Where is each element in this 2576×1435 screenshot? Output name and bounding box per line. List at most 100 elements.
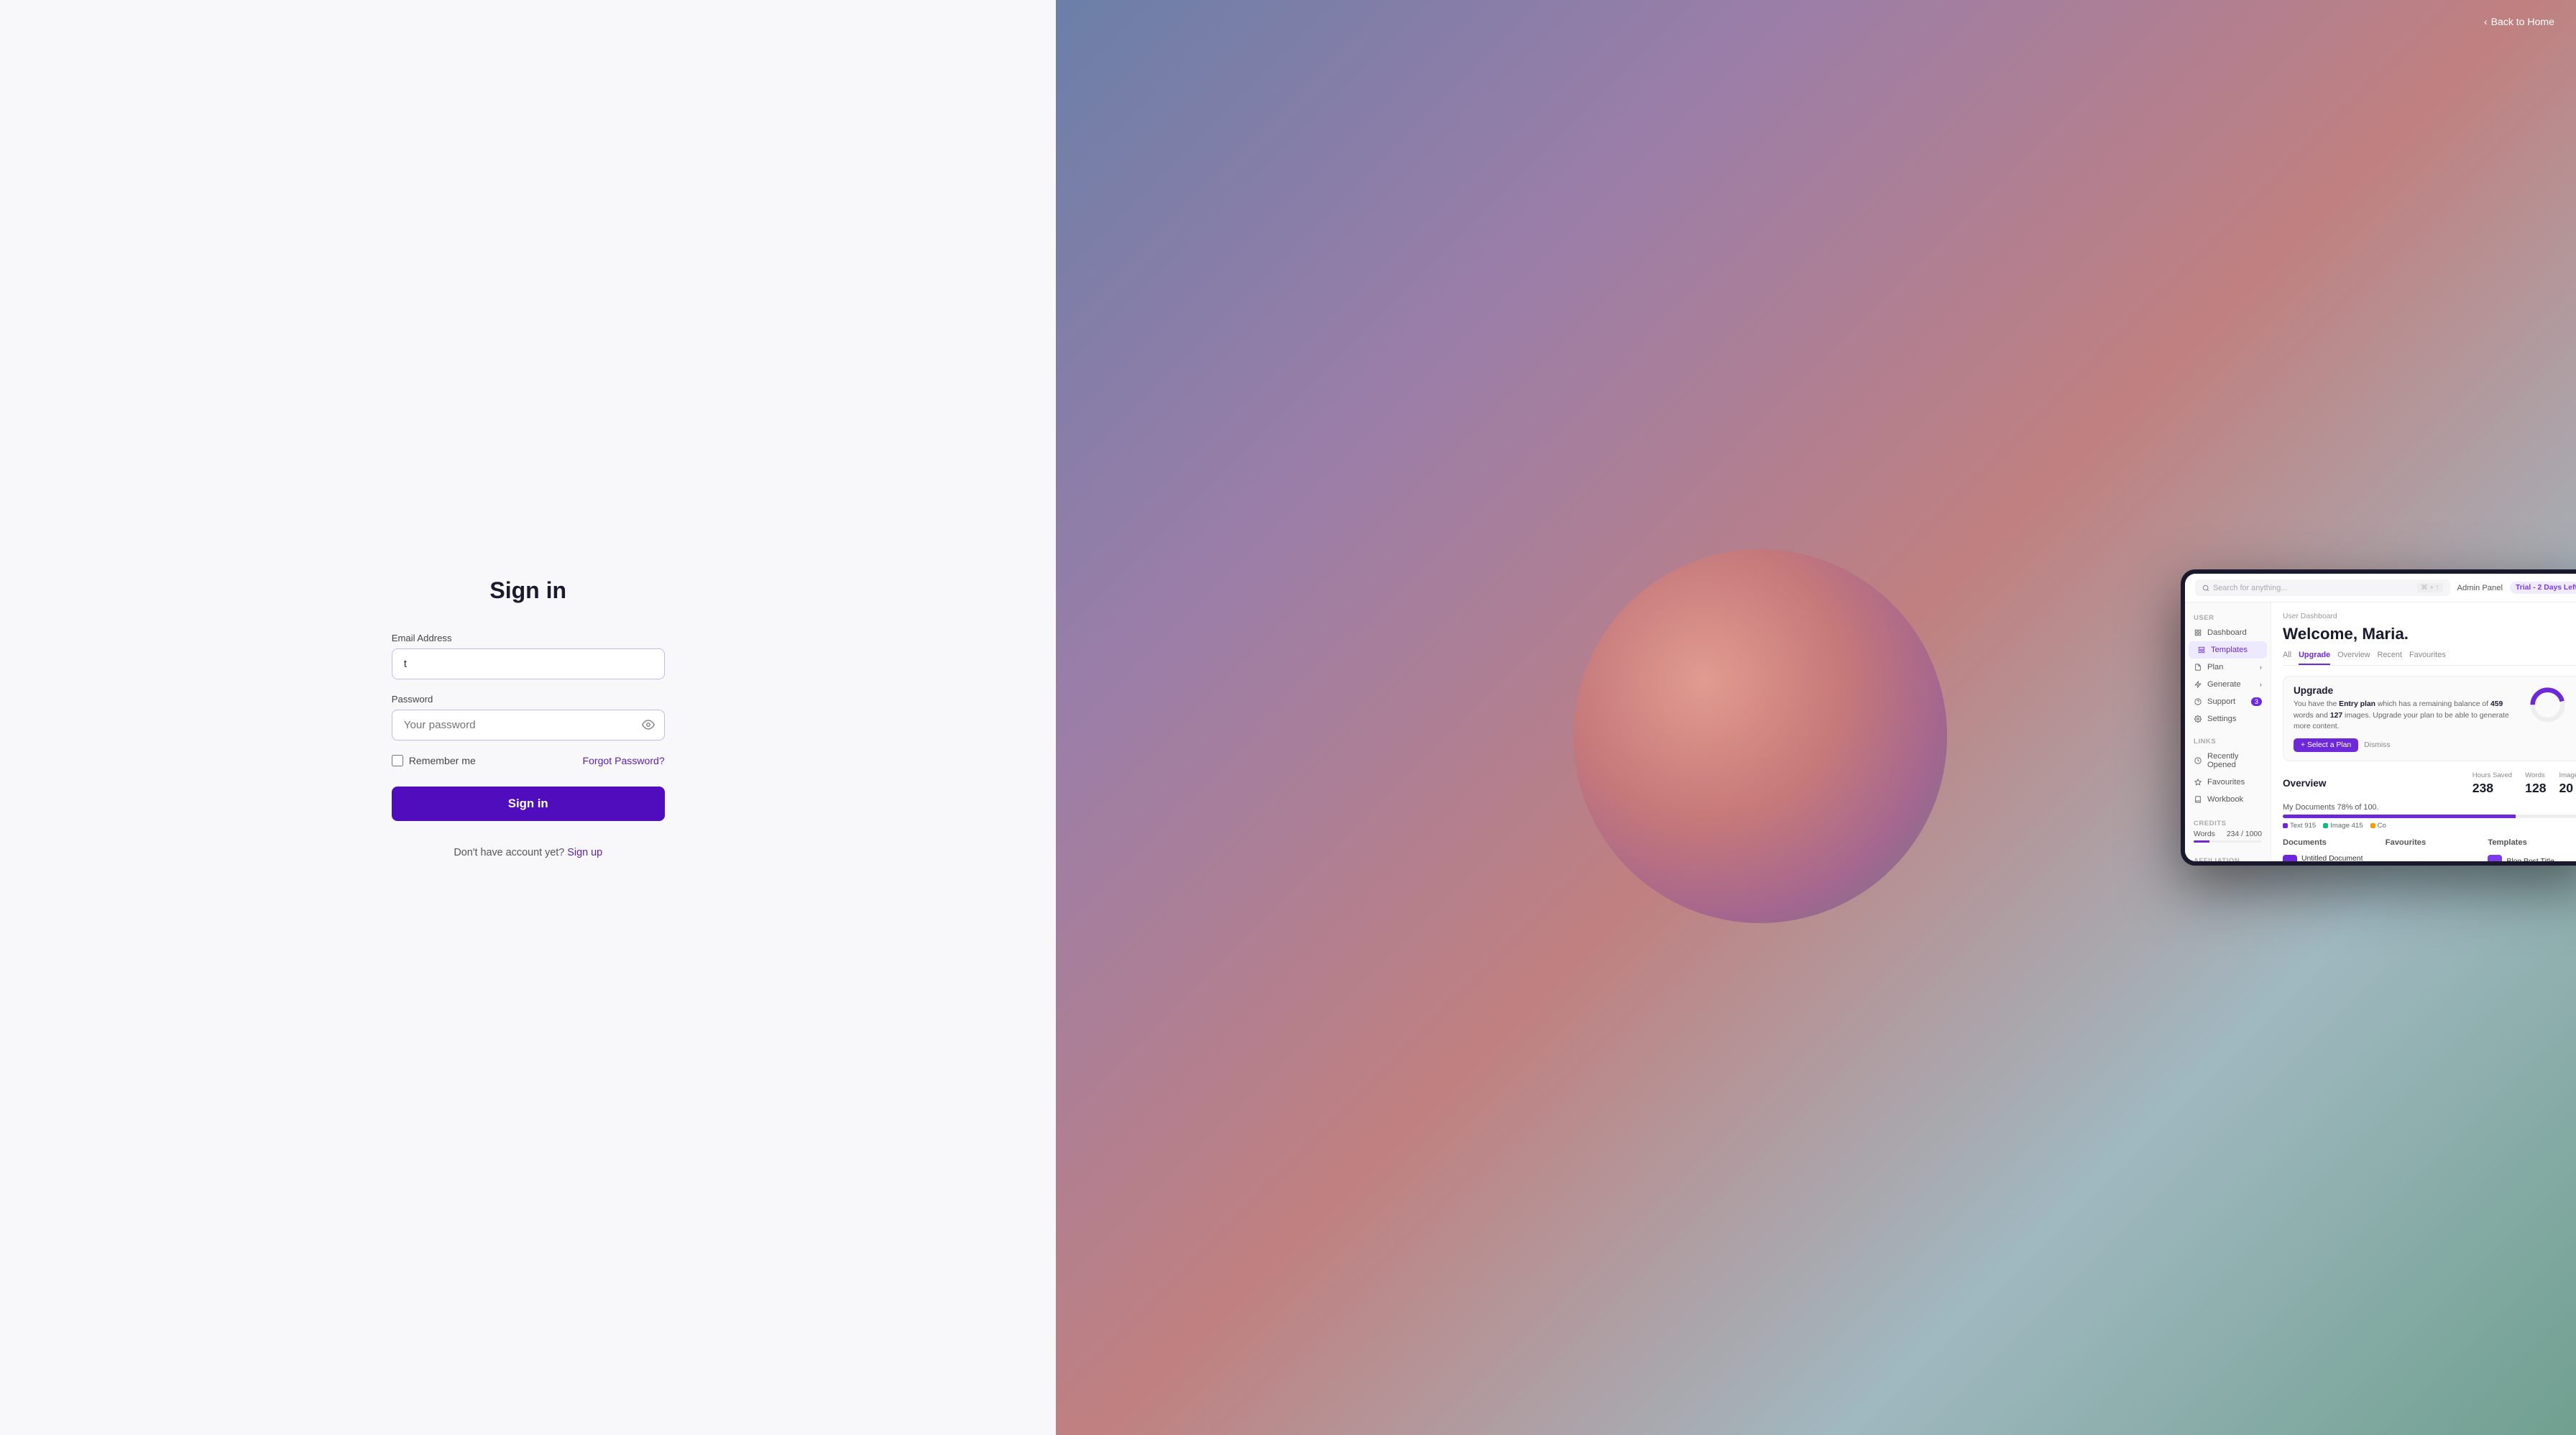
sidebar-item-generate[interactable]: Generate › — [2185, 676, 2271, 693]
upgrade-title: Upgrade — [2294, 685, 2521, 696]
sidebar-item-settings[interactable]: Settings — [2185, 710, 2271, 728]
doc-icon-1 — [2283, 855, 2297, 861]
tab-recent[interactable]: Recent — [2378, 651, 2402, 665]
doc-item-1[interactable]: Untitled Document in Workbook — [2283, 851, 2377, 861]
search-icon — [2202, 584, 2209, 592]
doc-item-2[interactable]: Blog Post Title — [2488, 851, 2576, 861]
documents-col: Documents Untitled Document in Workbook — [2283, 838, 2377, 861]
legend-image: Image 415 — [2323, 822, 2363, 830]
app-sidebar: USER Dashboard Templates — [2185, 602, 2271, 861]
plan-icon — [2194, 663, 2202, 671]
sidebar-label-recently-opened: Recently Opened — [2207, 752, 2262, 769]
remember-label: Remember me — [409, 755, 476, 766]
sidebar-label-workbook: Workbook — [2207, 795, 2243, 804]
upgrade-banner: Upgrade You have the Entry plan which ha… — [2283, 676, 2576, 761]
donut-chart-svg — [2528, 685, 2567, 725]
tab-favourites[interactable]: Favourites — [2409, 651, 2446, 665]
affiliation-label: AFFILIATION — [2194, 857, 2262, 861]
app-main: User Dashboard Welcome, Maria. All Upgra… — [2271, 602, 2576, 861]
back-to-home-link[interactable]: ‹ Back to Home — [2484, 16, 2554, 27]
bottom-section: Documents Untitled Document in Workbook … — [2283, 838, 2576, 861]
doc-progress-bar — [2283, 815, 2576, 818]
password-label: Password — [392, 694, 665, 705]
sidebar-label-favourites: Favourites — [2207, 778, 2245, 787]
settings-icon — [2194, 715, 2202, 723]
signup-text: Don't have account yet? Sign up — [392, 847, 665, 858]
tab-all[interactable]: All — [2283, 651, 2291, 665]
support-badge: 3 — [2251, 697, 2262, 706]
legend-text: Text 915 — [2283, 822, 2316, 830]
sidebar-item-support[interactable]: Support 3 — [2185, 693, 2271, 710]
book-icon — [2194, 795, 2202, 804]
credits-bar — [2194, 840, 2262, 843]
app-search[interactable]: Search for anything... ⌘ + ↑ — [2195, 579, 2450, 596]
upgrade-chart — [2528, 685, 2571, 725]
templates-col: Templates Blog Post Title — [2488, 838, 2576, 861]
doc-progress-label: My Documents 78% of 100. — [2283, 803, 2576, 812]
template-icon — [2197, 646, 2206, 654]
overview-section: Overview Hours Saved 238 Words 128 — [2283, 771, 2576, 830]
app-body: USER Dashboard Templates — [2185, 602, 2576, 861]
app-mockup: Search for anything... ⌘ + ↑ Admin Panel… — [2181, 569, 2576, 866]
sidebar-label-generate: Generate — [2207, 680, 2241, 689]
documents-col-title: Documents — [2283, 838, 2377, 847]
sign-in-button[interactable]: Sign in — [392, 787, 665, 821]
documents-progress: My Documents 78% of 100. Text 915 — [2283, 803, 2576, 830]
support-icon — [2194, 697, 2202, 706]
upgrade-content: Upgrade You have the Entry plan which ha… — [2294, 685, 2521, 752]
email-input[interactable] — [392, 648, 665, 679]
sidebar-label-templates: Templates — [2211, 646, 2248, 654]
doc-info-2: Blog Post Title — [2506, 858, 2576, 861]
forgot-password-link[interactable]: Forgot Password? — [582, 755, 664, 766]
stat-words: Words 128 — [2525, 771, 2546, 796]
chevron-right-icon: › — [2260, 664, 2262, 671]
remember-me-group: Remember me — [392, 755, 476, 766]
page-title: Sign in — [392, 577, 665, 604]
sidebar-label-settings: Settings — [2207, 715, 2236, 723]
app-topbar-right: Admin Panel Trial - 2 Days Left — [2457, 582, 2576, 594]
doc-legend: Text 915 Image 415 Co — [2283, 822, 2576, 830]
legend-dot-co — [2370, 823, 2375, 828]
trial-badge: Trial - 2 Days Left — [2510, 582, 2576, 594]
tab-overview[interactable]: Overview — [2337, 651, 2370, 665]
sidebar-item-dashboard[interactable]: Dashboard — [2185, 624, 2271, 641]
templates-col-title: Templates — [2488, 838, 2576, 847]
tab-upgrade[interactable]: Upgrade — [2299, 651, 2330, 665]
sidebar-item-recently-opened[interactable]: Recently Opened — [2185, 748, 2271, 774]
sidebar-item-templates[interactable]: Templates — [2189, 641, 2267, 659]
sidebar-item-plan[interactable]: Plan › — [2185, 659, 2271, 676]
dismiss-button[interactable]: Dismiss — [2364, 741, 2390, 749]
email-label: Email Address — [392, 633, 665, 643]
credits-label: CREDITS — [2194, 820, 2262, 827]
legend-dot-image — [2323, 823, 2328, 828]
recent-icon — [2194, 756, 2202, 765]
left-panel: Sign in Email Address Password Remember … — [0, 0, 1056, 1435]
remember-checkbox[interactable] — [392, 755, 403, 766]
upgrade-actions: + Select a Plan Dismiss — [2294, 738, 2521, 752]
star-icon — [2194, 778, 2202, 787]
decorative-sphere — [1573, 549, 1947, 923]
sidebar-label-support: Support — [2207, 697, 2235, 706]
grid-icon — [2194, 628, 2202, 637]
sidebar-item-workbook[interactable]: Workbook — [2185, 791, 2271, 808]
user-section-label: USER — [2185, 610, 2271, 624]
remember-forgot-row: Remember me Forgot Password? — [392, 755, 665, 766]
doc-info-1: Untitled Document in Workbook — [2301, 855, 2377, 861]
eye-icon — [642, 718, 655, 731]
main-tabs: All Upgrade Overview Recent Favourites — [2283, 651, 2576, 666]
signup-link[interactable]: Sign up — [567, 847, 602, 858]
chevron-right-icon-2: › — [2260, 681, 2262, 689]
overview-title: Overview — [2283, 778, 2326, 789]
password-input[interactable] — [392, 710, 665, 741]
select-plan-button[interactable]: + Select a Plan — [2294, 738, 2358, 752]
links-section-label: LINKS — [2185, 733, 2271, 748]
breadcrumb: User Dashboard — [2283, 613, 2576, 620]
stat-images: Images 20 — [2559, 771, 2576, 796]
sidebar-item-favourites[interactable]: Favourites — [2185, 774, 2271, 791]
upgrade-desc: You have the Entry plan which has a rema… — [2294, 699, 2521, 733]
favourites-col-title: Favourites — [2386, 838, 2480, 847]
right-panel: ‹ Back to Home Search for anything... ⌘ … — [1056, 0, 2576, 1435]
password-toggle-button[interactable] — [642, 718, 655, 731]
favourites-col: Favourites — [2386, 838, 2480, 861]
stat-hours-saved: Hours Saved 238 — [2472, 771, 2512, 796]
